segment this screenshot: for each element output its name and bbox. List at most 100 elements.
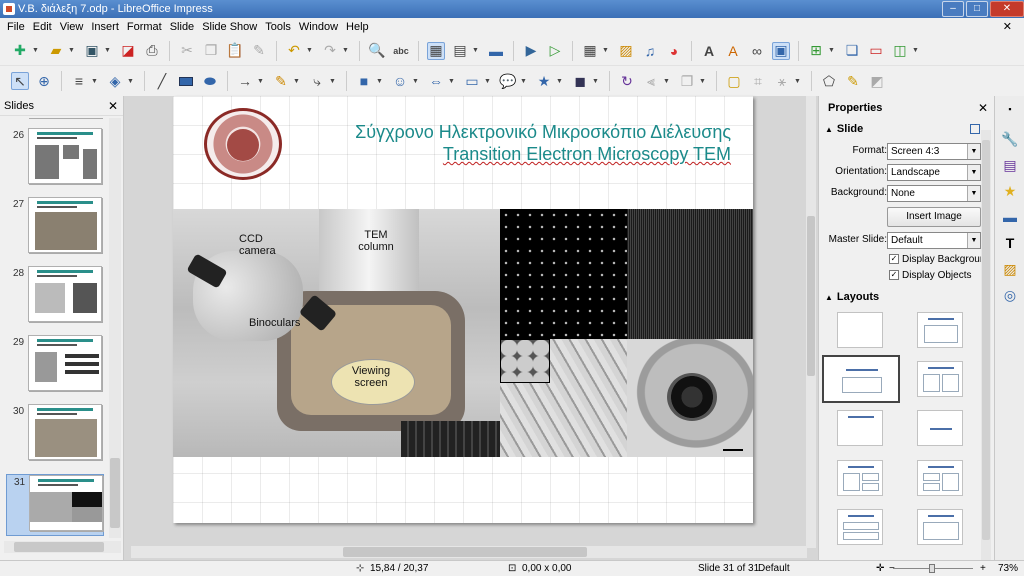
start-current-slide-icon[interactable]: ▷	[546, 42, 564, 60]
layout-centered-text[interactable]	[917, 410, 963, 446]
zoom-in-icon[interactable]: +	[980, 563, 986, 574]
styles-deck-icon[interactable]: T	[1001, 234, 1019, 252]
block-arrows-icon[interactable]: ⇔	[427, 72, 445, 90]
print-icon[interactable]: ⎙	[143, 42, 161, 60]
collapse-triangle-icon[interactable]: ▲	[825, 293, 833, 302]
new-slide-icon[interactable]: ⊞	[807, 42, 825, 60]
save-dropdown-icon[interactable]: ▼	[104, 47, 112, 54]
format-select[interactable]: Screen 4:3 ▼	[887, 143, 981, 160]
layouts-section-header[interactable]: ▲ Layouts	[819, 288, 979, 306]
table-icon[interactable]: ▦	[581, 42, 599, 60]
callouts-icon[interactable]: 💬	[499, 72, 517, 90]
zoom-slider[interactable]	[893, 564, 973, 573]
ellipse-icon[interactable]: ⬬	[201, 72, 219, 90]
line-color-icon[interactable]: ≡	[70, 72, 88, 90]
rectangle-icon[interactable]	[177, 72, 195, 90]
university-seal-logo[interactable]	[204, 108, 282, 180]
fill-color-icon[interactable]: ◈	[106, 72, 124, 90]
rotate-icon[interactable]: ↻	[618, 72, 636, 90]
export-pdf-icon[interactable]: ◪	[119, 42, 137, 60]
insert-image-button[interactable]: Insert Image	[887, 207, 981, 227]
3d-objects-icon[interactable]: ◼	[571, 72, 589, 90]
symbol-shapes-icon[interactable]: ☺	[391, 72, 409, 90]
layout-title-content-over-content[interactable]	[837, 509, 883, 545]
slide-layout-icon[interactable]: ◫	[891, 42, 909, 60]
find-replace-icon[interactable]: 🔍	[368, 42, 386, 60]
menu-help[interactable]: Help	[342, 21, 373, 33]
more-options-icon[interactable]	[970, 124, 980, 134]
slides-pane-horizontal-scrollbar[interactable]	[4, 541, 121, 553]
open-dropdown-icon[interactable]: ▼	[68, 47, 76, 54]
scrollbar-thumb[interactable]	[343, 547, 587, 557]
menu-format[interactable]: Format	[123, 21, 166, 33]
new-slide-dropdown-icon[interactable]: ▼	[828, 47, 836, 54]
slide-thumbnail-30[interactable]: 30	[6, 404, 104, 466]
minimize-button[interactable]: –	[942, 1, 964, 17]
stars-icon[interactable]: ★	[535, 72, 553, 90]
slide-transition-deck-icon[interactable]: ▬	[1001, 208, 1019, 226]
flowchart-dropdown-icon[interactable]: ▼	[484, 78, 492, 85]
editor-vertical-scrollbar[interactable]	[806, 96, 816, 548]
close-document-icon[interactable]: ✕	[999, 20, 1016, 33]
layout-title-content-2-content[interactable]	[917, 460, 963, 496]
toggle-grid-icon[interactable]: ▣	[772, 41, 790, 60]
connectors-dropdown-icon[interactable]: ▼	[329, 78, 337, 85]
close-slides-pane-icon[interactable]: ✕	[108, 96, 118, 116]
menu-insert[interactable]: Insert	[87, 21, 123, 33]
copy-icon[interactable]: ❐	[202, 42, 220, 60]
display-background-checkbox[interactable]: ✓ Display Background	[889, 252, 991, 266]
3d-dropdown-icon[interactable]: ▼	[592, 78, 600, 85]
properties-deck-icon[interactable]: 🔧	[1001, 130, 1019, 148]
curves-icon[interactable]: ✎	[272, 72, 290, 90]
slide-thumbnail-27[interactable]: 27	[6, 197, 104, 259]
fit-slide-icon[interactable]: ✛	[876, 563, 884, 574]
basic-shapes-icon[interactable]: ■	[355, 72, 373, 90]
filter-dropdown-icon[interactable]: ▼	[794, 78, 802, 85]
points-icon[interactable]: ⬠	[820, 72, 838, 90]
master-slides-deck-icon[interactable]: ▤	[1001, 156, 1019, 174]
clone-formatting-icon[interactable]: ✎	[250, 42, 268, 60]
display-grid-icon[interactable]: ▦	[427, 41, 445, 60]
arrange-dropdown-icon[interactable]: ▼	[699, 78, 707, 85]
slides-pane-vertical-scrollbar[interactable]	[109, 118, 121, 538]
menu-edit[interactable]: Edit	[29, 21, 56, 33]
duplicate-slide-icon[interactable]: ❏	[843, 42, 861, 60]
menu-window[interactable]: Window	[295, 21, 342, 33]
slide-thumbnail-29[interactable]: 29	[6, 335, 104, 397]
slide-title-greek[interactable]: Σύγχρονο Ηλεκτρονικό Μικροσκόπιο Διέλευσ…	[297, 122, 731, 143]
layout-title-two-content[interactable]	[917, 361, 963, 397]
table-dropdown-icon[interactable]: ▼	[602, 47, 610, 54]
line-color-dropdown-icon[interactable]: ▼	[91, 78, 99, 85]
lines-arrows-icon[interactable]: →	[236, 72, 254, 90]
hyperlink-icon[interactable]: ∞	[748, 42, 766, 60]
layout-blank[interactable]	[837, 312, 883, 348]
lattice-image[interactable]	[627, 209, 753, 339]
new-icon[interactable]: ✚	[11, 42, 29, 60]
display-views-icon[interactable]: ▤	[451, 42, 469, 60]
image-icon[interactable]: ▨	[617, 42, 635, 60]
start-slideshow-icon[interactable]: ▶	[522, 42, 540, 60]
fill-color-dropdown-icon[interactable]: ▼	[127, 78, 135, 85]
glue-points-icon[interactable]: ✎	[844, 72, 862, 90]
chevron-down-icon[interactable]: ▼	[967, 233, 980, 248]
text-box-icon[interactable]: A	[700, 42, 718, 60]
line-icon[interactable]: ╱	[153, 72, 171, 90]
cell-micrograph-image[interactable]	[627, 339, 753, 457]
arrows-dropdown-icon[interactable]: ▼	[257, 78, 265, 85]
slide-section-header[interactable]: ▲ Slide	[819, 120, 994, 138]
align-dropdown-icon[interactable]: ▼	[663, 78, 671, 85]
layout-title-slide[interactable]	[822, 355, 900, 403]
scrollbar-thumb[interactable]	[14, 542, 104, 552]
symbol-shapes-dropdown-icon[interactable]: ▼	[412, 78, 420, 85]
toggle-extrusion-icon[interactable]: ◩	[868, 72, 886, 90]
callouts-dropdown-icon[interactable]: ▼	[520, 78, 528, 85]
menu-tools[interactable]: Tools	[261, 21, 295, 33]
zoom-level[interactable]: 73%	[998, 563, 1018, 574]
curves-dropdown-icon[interactable]: ▼	[293, 78, 301, 85]
close-sidebar-icon[interactable]: ✕	[978, 96, 988, 120]
orientation-select[interactable]: Landscape ▼	[887, 164, 981, 181]
gallery-deck-icon[interactable]: ▨	[1001, 260, 1019, 278]
master-slide-icon[interactable]: ▬	[487, 42, 505, 60]
current-slide[interactable]: Σύγχρονο Ηλεκτρονικό Μικροσκόπιο Διέλευσ…	[173, 96, 753, 523]
zoom-pan-icon[interactable]: ⊕	[35, 72, 53, 90]
